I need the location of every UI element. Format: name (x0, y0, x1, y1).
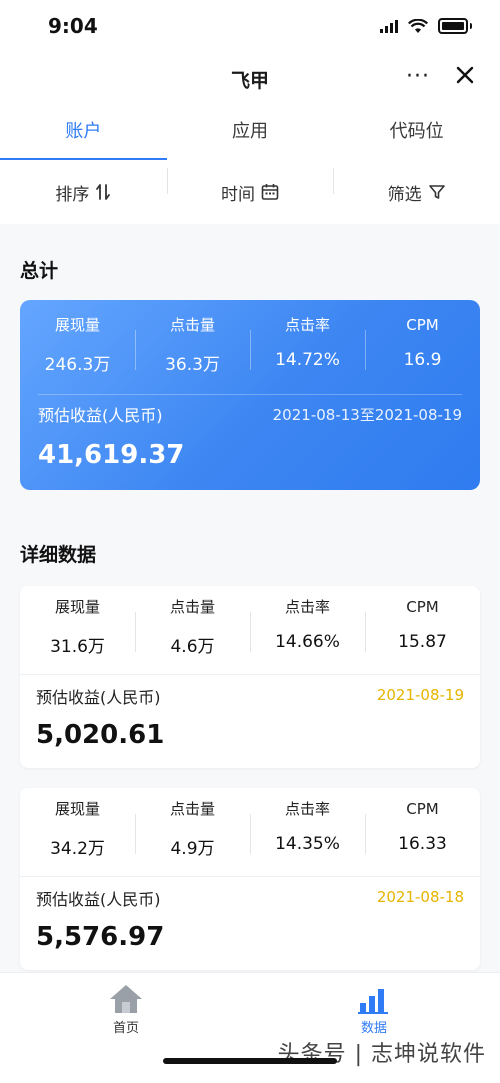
metric-cpm: CPM 15.87 (365, 594, 480, 657)
metric-impressions: 展现量 246.3万 (20, 312, 135, 375)
metric-ctr: 点击率 14.66% (250, 594, 365, 657)
metric-value: 36.3万 (165, 355, 220, 375)
close-icon[interactable] (450, 60, 480, 90)
detail-metrics: 展现量 34.2万 点击量 4.9万 点击率 14.35% CPM 16.33 (20, 788, 480, 859)
summary-card: 展现量 246.3万 点击量 36.3万 点击率 14.72% CPM 16.9… (20, 300, 480, 490)
bottom-nav-data[interactable]: 数据 (334, 983, 414, 1036)
battery-tip (470, 23, 472, 29)
status-icons (380, 18, 472, 34)
detail-metrics: 展现量 31.6万 点击量 4.6万 点击率 14.66% CPM 15.87 (20, 586, 480, 657)
time-label: 时间 (221, 184, 255, 205)
metric-clicks: 点击量 4.9万 (135, 796, 250, 859)
revenue-value: 5,020.61 (36, 720, 165, 750)
bar-chart-icon (358, 989, 388, 1014)
home-icon (110, 985, 142, 1013)
revenue-value: 5,576.97 (36, 922, 165, 952)
metric-label: CPM (406, 316, 439, 334)
metric-label: 点击率 (284, 598, 330, 616)
revenue-label: 预估收益(人民币) (36, 890, 161, 909)
metric-label: CPM (406, 800, 439, 818)
metric-label: 展现量 (54, 800, 100, 818)
divider (20, 876, 480, 877)
metric-label: CPM (406, 598, 439, 616)
detail-card[interactable]: 展现量 31.6万 点击量 4.6万 点击率 14.66% CPM 15.87 … (20, 586, 480, 768)
filter-bar: 排序 时间 筛选 (0, 160, 500, 224)
revenue-label: 预估收益(人民币) (38, 406, 163, 425)
metric-ctr: 点击率 14.72% (250, 312, 365, 375)
metric-label: 点击量 (169, 800, 215, 818)
date-label: 2021-08-19 (376, 686, 464, 704)
metric-label: 展现量 (54, 598, 100, 616)
bottom-nav-home[interactable]: 首页 (86, 983, 166, 1036)
more-options-button[interactable]: ··· (406, 64, 430, 89)
sort-label: 排序 (55, 184, 90, 205)
metric-value: 16.33 (398, 834, 447, 854)
metric-ctr: 点击率 14.35% (250, 796, 365, 859)
filter-label: 筛选 (387, 184, 422, 205)
metric-value: 15.87 (398, 632, 447, 652)
summary-metrics: 展现量 246.3万 点击量 36.3万 点击率 14.72% CPM 16.9 (20, 300, 480, 375)
metric-value: 14.72% (275, 350, 340, 370)
wifi-icon (408, 18, 428, 33)
detail-card[interactable]: 展现量 34.2万 点击量 4.9万 点击率 14.35% CPM 16.33 … (20, 788, 480, 970)
sort-icon (96, 184, 111, 200)
metric-value: 246.3万 (44, 355, 111, 375)
metric-value: 4.9万 (170, 839, 215, 859)
revenue-label: 预估收益(人民币) (36, 688, 161, 707)
battery-icon (438, 18, 468, 34)
metric-label: 展现量 (54, 316, 100, 334)
metric-label: 点击量 (169, 316, 215, 334)
metric-impressions: 展现量 31.6万 (20, 594, 135, 657)
time-button[interactable]: 时间 (166, 167, 334, 205)
revenue-total: 41,619.37 (38, 440, 185, 470)
tab-ad-slot[interactable]: 代码位 (333, 108, 500, 160)
date-range: 2021-08-13至2021-08-19 (272, 406, 462, 424)
metric-value: 31.6万 (50, 637, 105, 657)
metric-clicks: 点击量 4.6万 (135, 594, 250, 657)
status-bar: 9:04 (0, 0, 500, 52)
calendar-icon (261, 184, 279, 200)
metric-value: 4.6万 (170, 637, 215, 657)
status-time: 9:04 (48, 14, 98, 38)
nav-bar: 飞甲 ··· (0, 52, 500, 108)
bottom-nav-home-label: 首页 (112, 1021, 139, 1036)
date-label: 2021-08-18 (376, 888, 464, 906)
tab-account[interactable]: 账户 (0, 108, 167, 161)
metric-label: 点击率 (284, 316, 330, 334)
metric-value: 34.2万 (50, 839, 105, 859)
metric-label: 点击率 (284, 800, 330, 818)
details-title: 详细数据 (20, 544, 97, 566)
signal-icon (380, 19, 398, 33)
metric-cpm: CPM 16.33 (365, 796, 480, 859)
funnel-icon (428, 185, 445, 199)
metric-cpm: CPM 16.9 (365, 312, 480, 375)
metric-value: 16.9 (403, 350, 442, 370)
home-indicator (163, 1058, 337, 1064)
tab-bar: 账户 应用 代码位 (0, 108, 500, 161)
summary-title: 总计 (20, 260, 59, 282)
divider (38, 394, 462, 395)
metric-value: 14.35% (275, 834, 340, 854)
metric-impressions: 展现量 34.2万 (20, 796, 135, 859)
divider (20, 674, 480, 675)
sort-button[interactable]: 排序 (0, 180, 167, 205)
metric-value: 14.66% (275, 632, 340, 652)
filter-button[interactable]: 筛选 (333, 167, 500, 205)
bottom-nav-data-label: 数据 (360, 1021, 387, 1036)
metric-label: 点击量 (169, 598, 215, 616)
metric-clicks: 点击量 36.3万 (135, 312, 250, 375)
tab-app[interactable]: 应用 (167, 108, 334, 160)
